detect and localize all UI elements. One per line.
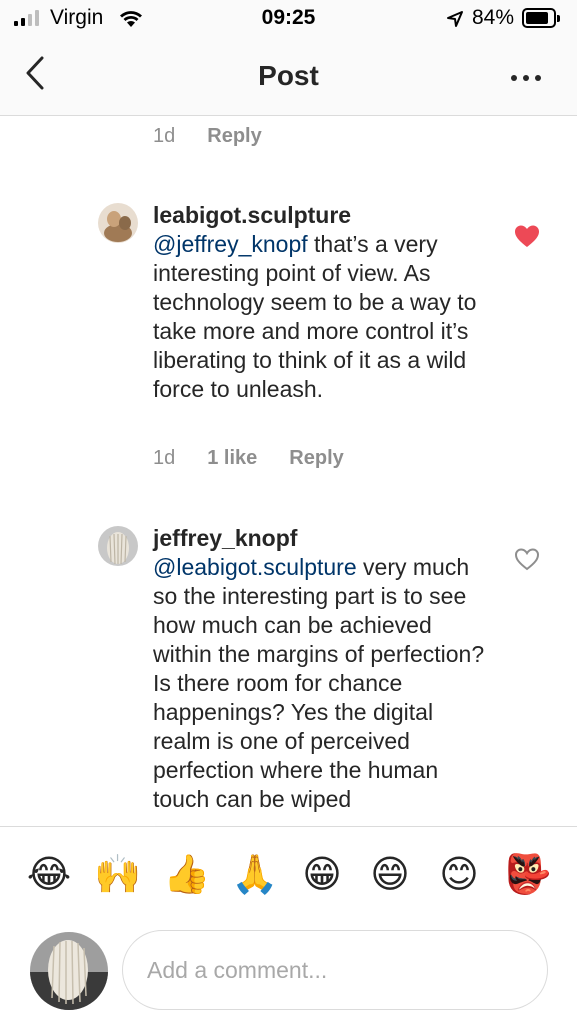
comment-time: 1d xyxy=(153,125,176,147)
comment-meta: 1d 1 like Reply xyxy=(153,447,344,470)
emoji-tears-of-joy[interactable]: 😂 xyxy=(26,851,72,897)
emoji-bar: 😂 🙌 👍 🙏 😁 😄 😊 👺 xyxy=(0,826,577,926)
emoji-blush[interactable]: 😊 xyxy=(436,851,482,897)
current-user-avatar xyxy=(30,932,108,1010)
battery-percentage: 84% xyxy=(472,6,515,29)
previous-comment-meta: 1d Reply xyxy=(153,125,262,148)
avatar[interactable] xyxy=(98,526,138,566)
comment-mention[interactable]: @leabigot.sculpture xyxy=(153,554,357,580)
battery-icon xyxy=(522,8,560,28)
status-bar: Virgin 09:25 84% xyxy=(0,0,577,40)
comment-mention[interactable]: @jeffrey_knopf xyxy=(153,231,308,257)
avatar[interactable] xyxy=(98,203,138,243)
more-horizontal-icon[interactable] xyxy=(508,68,544,88)
emoji-thumbs-up[interactable]: 👍 xyxy=(163,851,210,897)
comment-time: 1d xyxy=(153,447,176,469)
heart-outline-icon[interactable] xyxy=(513,546,541,572)
emoji-smiling-open[interactable]: 😄 xyxy=(367,851,413,897)
comment-username[interactable]: jeffrey_knopf xyxy=(153,524,488,553)
comment-text: very much so the interesting part is to … xyxy=(153,554,485,812)
comment-content: jeffrey_knopf @leabigot.sculpture very mu… xyxy=(153,524,488,814)
location-arrow-icon xyxy=(447,11,463,27)
reply-button[interactable]: Reply xyxy=(289,447,343,470)
comment-input[interactable] xyxy=(122,930,548,1010)
emoji-grinning[interactable]: 😁 xyxy=(299,851,345,897)
comment-username[interactable]: leabigot.sculpture xyxy=(153,201,488,230)
emoji-raised-hands[interactable]: 🙌 xyxy=(94,851,141,897)
reply-button[interactable]: Reply xyxy=(207,125,261,148)
battery-fill xyxy=(526,12,548,24)
comment-composer xyxy=(0,926,577,1024)
emoji-folded-hands[interactable]: 🙏 xyxy=(231,851,278,897)
comments-list[interactable]: 1d Reply leabigot.sculpture @jeffrey_knop… xyxy=(0,117,577,826)
comment-likes[interactable]: 1 like xyxy=(207,447,257,470)
heart-filled-icon[interactable] xyxy=(513,223,541,249)
comment-content: leabigot.sculpture @jeffrey_knopf that’s … xyxy=(153,201,488,404)
page-title: Post xyxy=(258,60,319,91)
nav-bar: Post xyxy=(0,40,577,116)
emoji-goblin[interactable]: 👺 xyxy=(504,851,551,897)
